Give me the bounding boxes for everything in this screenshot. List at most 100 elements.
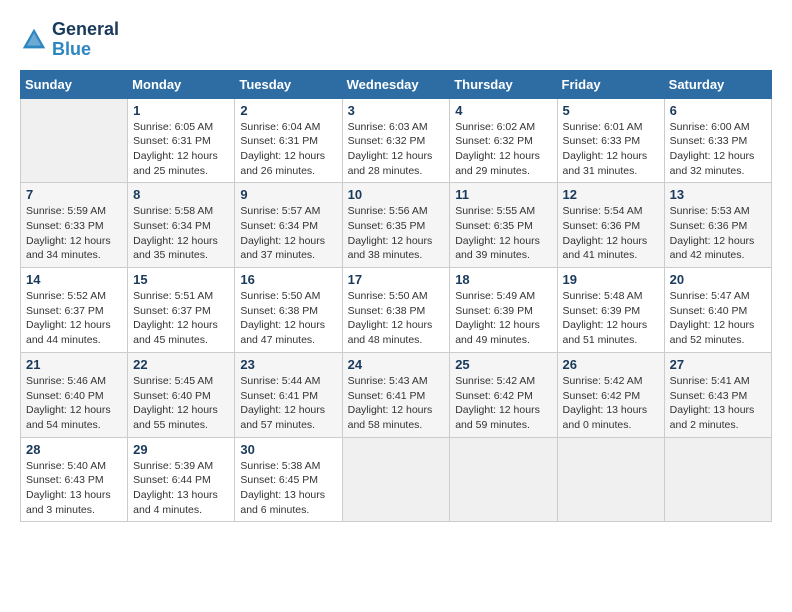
calendar-body: 1Sunrise: 6:05 AMSunset: 6:31 PMDaylight… — [21, 98, 772, 522]
day-number: 25 — [455, 357, 551, 372]
day-number: 18 — [455, 272, 551, 287]
day-number: 13 — [670, 187, 766, 202]
day-info: Sunrise: 5:54 AMSunset: 6:36 PMDaylight:… — [563, 204, 659, 263]
calendar-cell: 14Sunrise: 5:52 AMSunset: 6:37 PMDayligh… — [21, 268, 128, 353]
calendar-cell — [450, 437, 557, 522]
day-number: 30 — [240, 442, 336, 457]
logo: General Blue — [20, 20, 119, 60]
calendar-cell — [557, 437, 664, 522]
header-cell-friday: Friday — [557, 70, 664, 98]
day-info: Sunrise: 5:53 AMSunset: 6:36 PMDaylight:… — [670, 204, 766, 263]
calendar-cell: 28 Sunrise: 5:40 AMSunset: 6:43 PMDayligh… — [21, 437, 128, 522]
day-number: 26 — [563, 357, 659, 372]
page-header: General Blue — [20, 20, 772, 60]
day-number: 28 — [26, 442, 122, 457]
header-row: SundayMondayTuesdayWednesdayThursdayFrid… — [21, 70, 772, 98]
day-number: 5 — [563, 103, 659, 118]
header-cell-monday: Monday — [128, 70, 235, 98]
day-number: 29 — [133, 442, 229, 457]
calendar-cell: 1Sunrise: 6:05 AMSunset: 6:31 PMDaylight… — [128, 98, 235, 183]
day-info: Sunrise: 6:02 AMSunset: 6:32 PMDaylight:… — [455, 120, 551, 179]
day-number: 9 — [240, 187, 336, 202]
day-info: Sunrise: 6:04 AMSunset: 6:31 PMDaylight:… — [240, 120, 336, 179]
calendar-cell: 23 Sunrise: 5:44 AMSunset: 6:41 PMDayligh… — [235, 352, 342, 437]
day-info: Sunrise: 5:38 AMSunset: 6:45 PMDaylight:… — [240, 459, 336, 518]
day-info: Sunrise: 5:59 AMSunset: 6:33 PMDaylight:… — [26, 204, 122, 263]
week-row: 1Sunrise: 6:05 AMSunset: 6:31 PMDaylight… — [21, 98, 772, 183]
calendar-cell: 16Sunrise: 5:50 AMSunset: 6:38 PMDayligh… — [235, 268, 342, 353]
day-info: Sunrise: 5:44 AMSunset: 6:41 PMDaylight:… — [240, 374, 336, 433]
calendar-cell: 2 Sunrise: 6:04 AMSunset: 6:31 PMDaylight… — [235, 98, 342, 183]
calendar-cell: 26 Sunrise: 5:42 AMSunset: 6:42 PMDayligh… — [557, 352, 664, 437]
header-cell-thursday: Thursday — [450, 70, 557, 98]
day-number: 8 — [133, 187, 229, 202]
day-info: Sunrise: 5:55 AMSunset: 6:35 PMDaylight:… — [455, 204, 551, 263]
logo-icon — [20, 26, 48, 54]
calendar-cell: 27 Sunrise: 5:41 AMSunset: 6:43 PMDayligh… — [664, 352, 771, 437]
day-number: 7 — [26, 187, 122, 202]
calendar-cell: 25 Sunrise: 5:42 AMSunset: 6:42 PMDayligh… — [450, 352, 557, 437]
day-info: Sunrise: 5:43 AMSunset: 6:41 PMDaylight:… — [348, 374, 445, 433]
day-info: Sunrise: 5:48 AMSunset: 6:39 PMDaylight:… — [563, 289, 659, 348]
calendar-cell: 8 Sunrise: 5:58 AMSunset: 6:34 PMDaylight… — [128, 183, 235, 268]
day-number: 23 — [240, 357, 336, 372]
calendar-cell: 11 Sunrise: 5:55 AMSunset: 6:35 PMDayligh… — [450, 183, 557, 268]
day-info: Sunrise: 5:42 AMSunset: 6:42 PMDaylight:… — [563, 374, 659, 433]
day-info: Sunrise: 5:42 AMSunset: 6:42 PMDaylight:… — [455, 374, 551, 433]
week-row: 21 Sunrise: 5:46 AMSunset: 6:40 PMDayligh… — [21, 352, 772, 437]
calendar-table: SundayMondayTuesdayWednesdayThursdayFrid… — [20, 70, 772, 523]
day-number: 3 — [348, 103, 445, 118]
day-number: 15 — [133, 272, 229, 287]
calendar-cell: 4 Sunrise: 6:02 AMSunset: 6:32 PMDaylight… — [450, 98, 557, 183]
day-number: 2 — [240, 103, 336, 118]
day-info: Sunrise: 6:00 AMSunset: 6:33 PMDaylight:… — [670, 120, 766, 179]
day-info: Sunrise: 5:51 AMSunset: 6:37 PMDaylight:… — [133, 289, 229, 348]
calendar-cell — [342, 437, 450, 522]
calendar-cell: 29 Sunrise: 5:39 AMSunset: 6:44 PMDayligh… — [128, 437, 235, 522]
calendar-cell: 20 Sunrise: 5:47 AMSunset: 6:40 PMDayligh… — [664, 268, 771, 353]
day-info: Sunrise: 5:39 AMSunset: 6:44 PMDaylight:… — [133, 459, 229, 518]
calendar-cell: 7 Sunrise: 5:59 AMSunset: 6:33 PMDaylight… — [21, 183, 128, 268]
day-number: 11 — [455, 187, 551, 202]
day-info: Sunrise: 5:47 AMSunset: 6:40 PMDaylight:… — [670, 289, 766, 348]
day-info: Sunrise: 5:40 AMSunset: 6:43 PMDaylight:… — [26, 459, 122, 518]
calendar-cell: 15 Sunrise: 5:51 AMSunset: 6:37 PMDayligh… — [128, 268, 235, 353]
day-info: Sunrise: 5:57 AMSunset: 6:34 PMDaylight:… — [240, 204, 336, 263]
calendar-cell: 10 Sunrise: 5:56 AMSunset: 6:35 PMDayligh… — [342, 183, 450, 268]
day-info: Sunrise: 5:41 AMSunset: 6:43 PMDaylight:… — [670, 374, 766, 433]
day-number: 19 — [563, 272, 659, 287]
day-number: 12 — [563, 187, 659, 202]
day-info: Sunrise: 5:45 AMSunset: 6:40 PMDaylight:… — [133, 374, 229, 433]
header-cell-wednesday: Wednesday — [342, 70, 450, 98]
day-info: Sunrise: 6:01 AMSunset: 6:33 PMDaylight:… — [563, 120, 659, 179]
calendar-cell: 30 Sunrise: 5:38 AMSunset: 6:45 PMDayligh… — [235, 437, 342, 522]
calendar-cell — [21, 98, 128, 183]
day-info: Sunrise: 5:46 AMSunset: 6:40 PMDaylight:… — [26, 374, 122, 433]
logo-text: General Blue — [52, 20, 119, 60]
header-cell-saturday: Saturday — [664, 70, 771, 98]
day-number: 27 — [670, 357, 766, 372]
calendar-cell: 18 Sunrise: 5:49 AMSunset: 6:39 PMDayligh… — [450, 268, 557, 353]
day-info: Sunrise: 5:58 AMSunset: 6:34 PMDaylight:… — [133, 204, 229, 263]
day-info: Sunrise: 5:50 AMSunset: 6:38 PMDaylight:… — [348, 289, 445, 348]
day-number: 1 — [133, 103, 229, 118]
calendar-cell: 19 Sunrise: 5:48 AMSunset: 6:39 PMDayligh… — [557, 268, 664, 353]
day-number: 17 — [348, 272, 445, 287]
calendar-cell: 24Sunrise: 5:43 AMSunset: 6:41 PMDayligh… — [342, 352, 450, 437]
day-number: 14 — [26, 272, 122, 287]
day-number: 10 — [348, 187, 445, 202]
day-number: 21 — [26, 357, 122, 372]
day-number: 20 — [670, 272, 766, 287]
calendar-cell: 6Sunrise: 6:00 AMSunset: 6:33 PMDaylight… — [664, 98, 771, 183]
calendar-header: SundayMondayTuesdayWednesdayThursdayFrid… — [21, 70, 772, 98]
week-row: 7 Sunrise: 5:59 AMSunset: 6:33 PMDaylight… — [21, 183, 772, 268]
day-number: 4 — [455, 103, 551, 118]
calendar-cell: 22 Sunrise: 5:45 AMSunset: 6:40 PMDayligh… — [128, 352, 235, 437]
day-info: Sunrise: 6:03 AMSunset: 6:32 PMDaylight:… — [348, 120, 445, 179]
day-info: Sunrise: 5:49 AMSunset: 6:39 PMDaylight:… — [455, 289, 551, 348]
week-row: 28 Sunrise: 5:40 AMSunset: 6:43 PMDayligh… — [21, 437, 772, 522]
calendar-cell: 12 Sunrise: 5:54 AMSunset: 6:36 PMDayligh… — [557, 183, 664, 268]
day-info: Sunrise: 5:56 AMSunset: 6:35 PMDaylight:… — [348, 204, 445, 263]
header-cell-tuesday: Tuesday — [235, 70, 342, 98]
day-number: 22 — [133, 357, 229, 372]
